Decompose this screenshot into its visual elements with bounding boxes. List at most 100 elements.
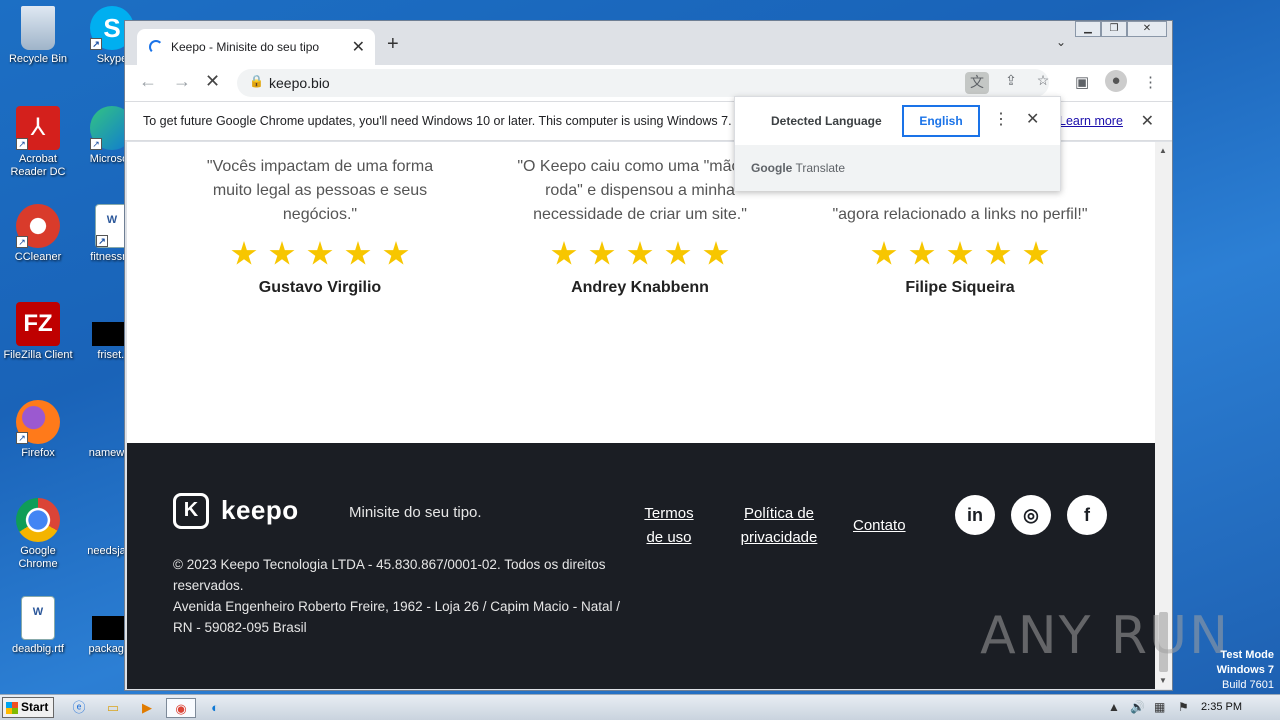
star-icon [1023,241,1049,265]
lock-icon[interactable]: 🔒 [249,74,264,88]
ie-taskbar-icon[interactable]: ⓔ [66,698,92,718]
privacy-link[interactable]: Política de privacidade [731,502,827,550]
testimonial-quote: "agora relacionado a links no perfil!" [832,206,1088,223]
instagram-icon[interactable]: ◎ [1011,495,1051,535]
english-tab[interactable]: English [902,105,980,137]
side-panel-icon[interactable]: ▣ [1075,73,1089,91]
testimonial-author: Andrey Knabbenn [571,279,709,296]
ccleaner-icon: ↗ [16,204,60,248]
taskbar-clock[interactable]: 2:35 PM [1201,701,1242,713]
filezilla-icon: FZ [16,302,60,346]
star-icon [985,241,1011,265]
facebook-icon[interactable]: f [1067,495,1107,535]
star-icon [871,241,897,265]
star-icon [269,241,295,265]
translate-icon[interactable]: 文 [965,72,989,94]
address-text: Avenida Engenheiro Roberto Freire, 1962 … [173,599,620,635]
bookmark-star-icon[interactable]: ☆ [1031,72,1055,94]
star-icon [551,241,577,265]
chrome-taskbar-icon[interactable]: ◉ [166,698,196,718]
scroll-up-icon[interactable]: ▲ [1159,146,1167,155]
testimonial-card: "Vocês impactam de uma forma muito legal… [190,155,450,297]
desktop-icon-recycle-bin[interactable]: Recycle Bin [0,6,76,66]
testimonial-author: Filipe Siqueira [905,279,1015,296]
star-icon [703,241,729,265]
new-tab-button[interactable]: + [387,33,399,56]
rating-stars [830,241,1090,271]
recycle-bin-icon [21,6,55,50]
testimonial-card: "agora relacionado a links no perfil!" F… [830,203,1090,297]
maximize-button[interactable]: ❐ [1101,21,1127,37]
desktop-icon-deadbig[interactable]: W deadbig.rtf [0,596,76,656]
scroll-down-icon[interactable]: ▼ [1159,676,1167,685]
testimonial-card: "O Keepo caiu como uma "mão na roda" e d… [510,155,770,297]
translate-options-icon[interactable]: ⋮ [993,109,1009,129]
tab-search-icon[interactable]: ⌄ [1056,35,1066,49]
acrobat-icon: ⅄ ↗ [16,106,60,150]
footer-tagline: Minisite do seu tipo. [349,504,482,521]
tab-strip: Keepo - Minisite do seu tipo ✕ + ⌄ ▁ ❐ ✕ [125,21,1172,65]
firefox-icon: ↗ [16,400,60,444]
rating-stars [190,241,450,271]
copyright-text: © 2023 Keepo Tecnologia LTDA - 45.830.86… [173,557,606,593]
star-icon [345,241,371,265]
testimonial-quote: "Vocês impactam de uma forma muito legal… [206,158,434,223]
google-translate-brand: Google Translate [751,161,846,175]
star-icon [665,241,691,265]
translate-close-icon[interactable]: ✕ [1026,109,1039,129]
footer-legal: © 2023 Keepo Tecnologia LTDA - 45.830.86… [173,554,643,638]
address-bar[interactable]: 🔒 keepo.bio 文 ⇪ ☆ [237,69,1049,97]
keepo-logo-icon: K [173,493,209,529]
media-player-taskbar-icon[interactable]: ▶ [134,698,160,718]
test-mode-label: Test Mode Windows 7 Build 7601 [1216,649,1274,691]
taskbar: Start ⓔ ▭ ▶ ◉ ◐ ▲ 🔊 ▦ ⚑ 2:35 PM [0,694,1280,720]
learn-more-link[interactable]: Learn more [1059,114,1123,128]
flag-icon[interactable]: ⚑ [1178,700,1189,714]
word-document-icon: W [21,596,55,640]
tab-title: Keepo - Minisite do seu tipo [171,40,320,54]
star-icon [947,241,973,265]
explorer-taskbar-icon[interactable]: ▭ [100,698,126,718]
star-icon [231,241,257,265]
tab-keepo[interactable]: Keepo - Minisite do seu tipo ✕ [137,29,375,65]
desktop-icon-chrome[interactable]: Google Chrome [0,498,76,571]
chrome-icon [16,498,60,542]
desktop-icon-acrobat[interactable]: ⅄ ↗ Acrobat Reader DC [0,106,76,179]
infobar-close-icon[interactable]: ✕ [1141,111,1154,131]
start-button[interactable]: Start [2,697,54,718]
testimonial-author: Gustavo Virgilio [258,279,382,296]
translate-footer: Google Translate [735,145,1060,191]
desktop-icon-filezilla[interactable]: FZ FileZilla Client [0,302,76,362]
linkedin-icon[interactable]: in [955,495,995,535]
star-icon [383,241,409,265]
back-icon[interactable]: ← [139,71,157,92]
star-icon [627,241,653,265]
translate-popup: Detected Language English ⋮ ✕ Google Tra… [734,96,1061,191]
close-tab-icon[interactable]: ✕ [352,37,365,57]
volume-icon[interactable]: 🔊 [1130,700,1145,714]
url-text[interactable]: keepo.bio [269,75,330,91]
menu-kebab-icon[interactable]: ⋮ [1143,73,1158,91]
star-icon [909,241,935,265]
network-icon[interactable]: ▦ [1154,700,1165,714]
share-icon[interactable]: ⇪ [999,72,1023,94]
star-icon [307,241,333,265]
profile-icon[interactable]: ● [1105,70,1127,92]
edge-taskbar-icon[interactable]: ◐ [202,698,228,718]
forward-icon[interactable]: → [173,71,191,92]
stop-loading-icon[interactable]: ✕ [205,71,220,92]
anyrun-watermark: ANY RUN [980,606,1230,666]
contact-link[interactable]: Contato [853,514,906,538]
close-window-button[interactable]: ✕ [1127,21,1167,37]
brand-wordmark: keepo [221,495,299,525]
detected-language-tab[interactable]: Detected Language [771,114,882,128]
desktop-icon-firefox[interactable]: ↗ Firefox [0,400,76,460]
loading-spinner-icon [149,40,163,54]
terms-link[interactable]: Termos de uso [639,502,699,550]
testimonial-quote: "O Keepo caiu como uma "mão na roda" e d… [517,158,763,223]
minimize-button[interactable]: ▁ [1075,21,1101,37]
rating-stars [510,241,770,271]
tray-expand-icon[interactable]: ▲ [1108,700,1120,714]
desktop-icon-ccleaner[interactable]: ↗ CCleaner [0,204,76,264]
infobar-message: To get future Google Chrome updates, you… [143,114,732,128]
